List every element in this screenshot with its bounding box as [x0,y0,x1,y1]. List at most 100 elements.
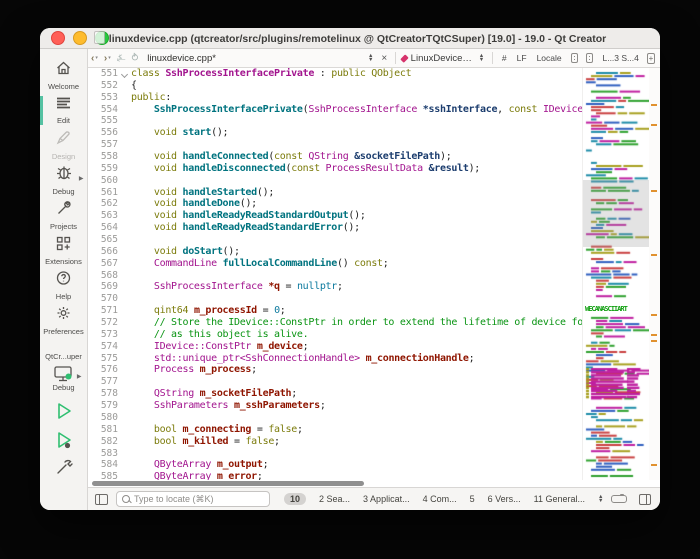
sidebar-item-preferences[interactable]: Preferences [40,303,88,338]
code-text: std::unique_ptr<SshConnectionHandle> m_c… [131,353,582,365]
sidebar-item-projects[interactable]: Projects [40,198,88,233]
code-line-569[interactable]: 569 SshProcessInterface *q = nullptr; [88,281,582,293]
line-number: 560 [88,175,118,187]
line-ending-indicator[interactable]: LF [517,53,527,63]
search-result-marker[interactable] [651,124,657,126]
locator-search-input[interactable]: Type to locate (⌘K) [116,491,270,507]
minimap-viewport[interactable] [583,180,649,247]
search-result-marker[interactable] [651,334,657,336]
output-pane-button-7[interactable]: 11 General... [534,494,585,504]
code-line-570[interactable]: 570 [88,293,582,305]
split-editor-icon[interactable]: + [647,53,655,64]
code-line-563[interactable]: 563 void handleReadyReadStandardOutput()… [88,210,582,222]
go-back-button[interactable]: ‹▾ [91,53,98,64]
code-text: SshProcessInterfacePrivate(SshProcessInt… [131,104,582,116]
minimap[interactable]: WECANASCIIART [582,68,649,480]
code-line-579[interactable]: 579 SshParameters m_sshParameters; [88,400,582,412]
code-line-552[interactable]: 552{ [88,80,582,92]
toggle-left-sidebar-icon[interactable] [95,494,108,505]
symbol-dropdown-arrows-icon[interactable]: ▲▼ [479,54,484,62]
document-dropdown-icon[interactable]: ▲▼ [368,54,373,62]
sidebar-item-help[interactable]: Help [40,268,88,303]
code-line-558[interactable]: 558 void handleConnected(const QString &… [88,151,582,163]
symbol-dropdown[interactable]: LinuxDevicePrivate::... [411,53,475,64]
code-line-553[interactable]: 553public: [88,92,582,104]
output-pane-button-3[interactable]: 3 Applicat... [363,494,410,504]
code-line-581[interactable]: 581 bool m_connecting = false; [88,424,582,436]
code-line-564[interactable]: 564 void handleReadyReadStandardError(); [88,222,582,234]
code-text [131,139,582,151]
debug-run-button[interactable] [55,430,73,450]
output-pane-button-6[interactable]: 6 Vers... [488,494,521,504]
code-line-572[interactable]: 572 // Store the IDevice::ConstPtr in or… [88,317,582,329]
go-forward-button[interactable]: ›▾ [104,53,111,64]
fold-column [118,210,131,222]
code-line-554[interactable]: 554 SshProcessInterfacePrivate(SshProces… [88,104,582,116]
code-line-566[interactable]: 566 void doStart(); [88,246,582,258]
code-line-577[interactable]: 577 [88,376,582,388]
code-line-583[interactable]: 583 [88,448,582,460]
encoding-indicator[interactable]: Locale [537,53,562,63]
search-result-marker[interactable] [651,464,657,466]
build-target-selector[interactable]: ▶ Debug [52,365,74,392]
kit-selector-label[interactable]: QtCr...uper [45,352,82,361]
code-editor[interactable]: 551class SshProcessInterfacePrivate : pu… [88,68,582,480]
horizontal-scrollbar-thumb[interactable] [92,481,364,486]
code-line-561[interactable]: 561 void handleStarted(); [88,187,582,199]
code-line-580[interactable]: 580 [88,412,582,424]
code-text: void start(); [131,127,582,139]
code-line-574[interactable]: 574 IDevice::ConstPtr m_device; [88,341,582,353]
code-line-582[interactable]: 582 bool m_killed = false; [88,436,582,448]
code-line-551[interactable]: 551class SshProcessInterfacePrivate : pu… [88,68,582,80]
output-pane-button-4[interactable]: 4 Com... [423,494,457,504]
code-line-556[interactable]: 556 void start(); [88,127,582,139]
code-line-571[interactable]: 571 qint64 m_processId = 0; [88,305,582,317]
sidebar-item-label: Debug [52,187,74,196]
code-line-565[interactable]: 565 [88,234,582,246]
code-line-573[interactable]: 573 // as this object is alive. [88,329,582,341]
build-button[interactable] [54,458,74,482]
search-result-marker[interactable] [651,104,657,106]
code-line-585[interactable]: 585 QByteArray m_error; [88,471,582,480]
code-line-568[interactable]: 568 [88,270,582,282]
fold-marker-icon[interactable] [118,68,131,80]
line-column-indicator[interactable]: L...3 S...4 [602,53,638,63]
output-panes-arrows-icon[interactable]: ▲▼ [598,495,603,504]
code-line-578[interactable]: 578 QString m_socketFilePath; [88,388,582,400]
sidebar-item-label: Extensions [45,257,82,266]
reload-icon[interactable]: ⥁ [131,53,138,64]
sidebar-item-welcome[interactable]: Welcome [40,58,88,93]
close-document-button[interactable]: × [381,53,387,64]
horizontal-scrollbar[interactable] [88,480,660,487]
output-pane-button-1[interactable]: 10 [284,493,306,505]
sidebar-item-debug[interactable]: ▶Debug [40,163,88,198]
file-properties-icon[interactable] [571,53,578,63]
search-result-marker[interactable] [651,190,657,192]
code-line-575[interactable]: 575 std::unique_ptr<SshConnectionHandle>… [88,353,582,365]
code-line-560[interactable]: 560 [88,175,582,187]
sidebar-item-extensions[interactable]: Extensions [40,233,88,268]
search-result-marker[interactable] [651,314,657,316]
scrollbar-annotation-strip[interactable] [649,68,660,480]
code-line-557[interactable]: 557 [88,139,582,151]
sidebar-item-edit[interactable]: Edit [40,93,88,128]
run-button[interactable] [55,401,73,421]
output-pane-button-5[interactable]: 5 [470,494,475,504]
code-line-584[interactable]: 584 QByteArray m_output; [88,459,582,471]
code-line-559[interactable]: 559 void handleDisconnected(const Proces… [88,163,582,175]
hash-indicator[interactable]: # [502,53,507,63]
toggle-right-sidebar-icon[interactable] [639,494,651,505]
code-line-576[interactable]: 576 Process m_process; [88,364,582,376]
outline-icon[interactable] [586,53,593,63]
output-pane-button-2[interactable]: 2 Sea... [319,494,350,504]
code-line-562[interactable]: 562 void handleDone(); [88,198,582,210]
sidebar-item-design[interactable]: Design [40,128,88,163]
search-result-marker[interactable] [651,340,657,342]
code-line-567[interactable]: 567 CommandLine fullLocalCommandLine() c… [88,258,582,270]
search-result-marker[interactable] [651,254,657,256]
sidebar-item-label: Design [52,152,75,161]
code-line-555[interactable]: 555 [88,115,582,127]
open-document-name[interactable]: linuxdevice.cpp* [147,53,216,64]
line-number: 577 [88,376,118,388]
line-number: 563 [88,210,118,222]
